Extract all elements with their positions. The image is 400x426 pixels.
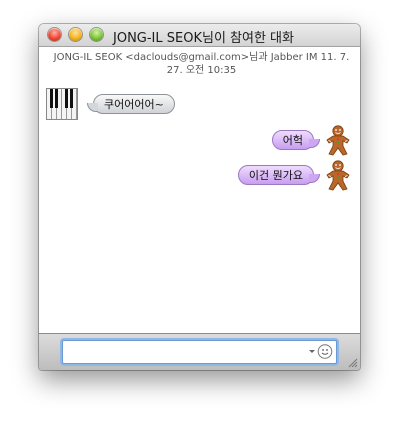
gingerbread-man-avatar bbox=[326, 125, 350, 156]
message-row-outgoing: 어헉 bbox=[205, 125, 355, 157]
chat-window: JONG-IL SEOK님이 참여한 대화 JONG-IL SEOK <dacl… bbox=[39, 24, 360, 370]
message-input[interactable] bbox=[66, 342, 306, 362]
zoom-button[interactable] bbox=[90, 28, 103, 41]
title-bar[interactable]: JONG-IL SEOK님이 참여한 대화 bbox=[39, 24, 360, 47]
compose-bar bbox=[39, 333, 360, 370]
smiley-icon[interactable] bbox=[308, 343, 334, 360]
message-bubble-outgoing: 이건 뭔가요 bbox=[237, 165, 321, 185]
gingerbread-man-avatar bbox=[326, 160, 350, 191]
message-bubble-outgoing: 어헉 bbox=[271, 130, 321, 150]
chevron-down-icon bbox=[309, 350, 315, 353]
message-input-field[interactable] bbox=[62, 340, 337, 364]
message-row-incoming: 쿠어어어어~ bbox=[46, 88, 246, 120]
message-bubble-incoming: 쿠어어어어~ bbox=[87, 94, 175, 114]
resize-grip-icon[interactable] bbox=[347, 357, 358, 368]
close-button[interactable] bbox=[48, 28, 61, 41]
chat-session-header: JONG-IL SEOK <daclouds@gmail.com>님과 Jabb… bbox=[53, 52, 350, 76]
minimize-button[interactable] bbox=[69, 28, 82, 41]
message-row-outgoing: 이건 뭔가요 bbox=[185, 160, 355, 192]
window-title: JONG-IL SEOK님이 참여한 대화 bbox=[113, 31, 294, 46]
piano-keys-avatar bbox=[46, 88, 78, 120]
